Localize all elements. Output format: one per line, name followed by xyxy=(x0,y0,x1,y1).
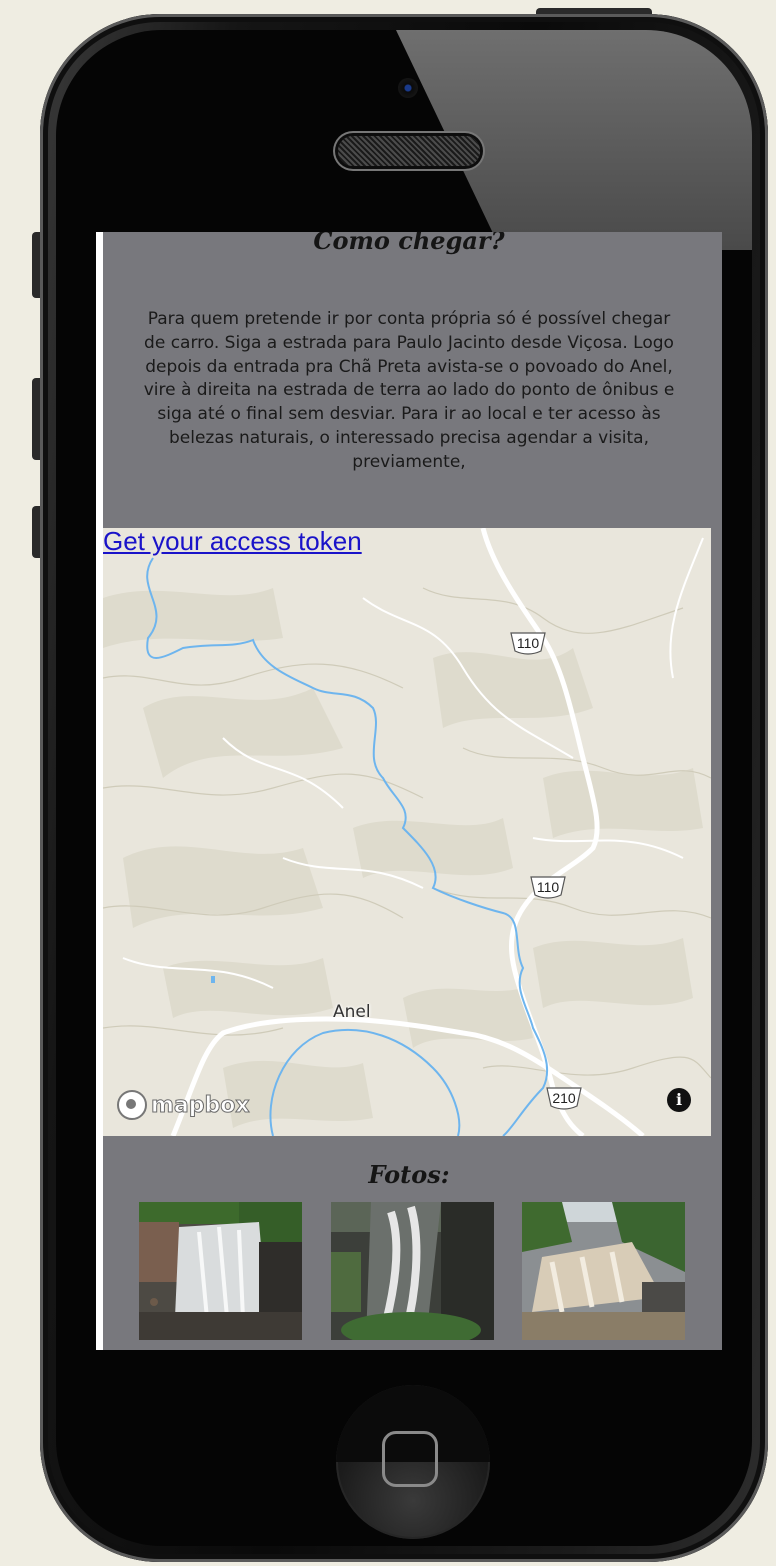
info-icon[interactable]: i xyxy=(667,1088,691,1112)
phone-screen: Como chegar? Para quem pretende ir por c… xyxy=(96,232,722,1350)
small-pond xyxy=(211,976,215,983)
mapbox-logo-text: mapbox xyxy=(151,1092,251,1118)
map-terrain xyxy=(103,528,711,1136)
screen-edge xyxy=(96,232,103,1350)
access-token-link[interactable]: Get your access token xyxy=(103,528,362,557)
section-title-fotos: Fotos: xyxy=(368,1160,450,1189)
road-shield-110-north: 110 xyxy=(509,631,547,655)
mapbox-mark-icon xyxy=(117,1090,147,1120)
road-shield-210: 210 xyxy=(545,1086,583,1110)
terrain-shading xyxy=(103,588,703,1128)
home-button[interactable] xyxy=(336,1385,490,1539)
map[interactable]: 110 110 210 Anel Get your access token m… xyxy=(103,528,711,1136)
front-camera xyxy=(398,78,418,98)
mapbox-logo[interactable]: mapbox xyxy=(117,1090,250,1120)
directions-text: Para quem pretende ir por conta própria … xyxy=(143,309,675,472)
home-square-icon xyxy=(382,1431,438,1487)
waterfall-photo-1[interactable] xyxy=(139,1202,302,1340)
waterfall-photo-2[interactable] xyxy=(331,1202,494,1340)
section-title-como-chegar: Como chegar? xyxy=(313,232,505,255)
earpiece-speaker xyxy=(338,136,480,166)
waterfall-photo-3[interactable] xyxy=(522,1202,685,1340)
place-label-anel: Anel xyxy=(333,1002,371,1022)
road-shield-110-south: 110 xyxy=(529,875,567,899)
